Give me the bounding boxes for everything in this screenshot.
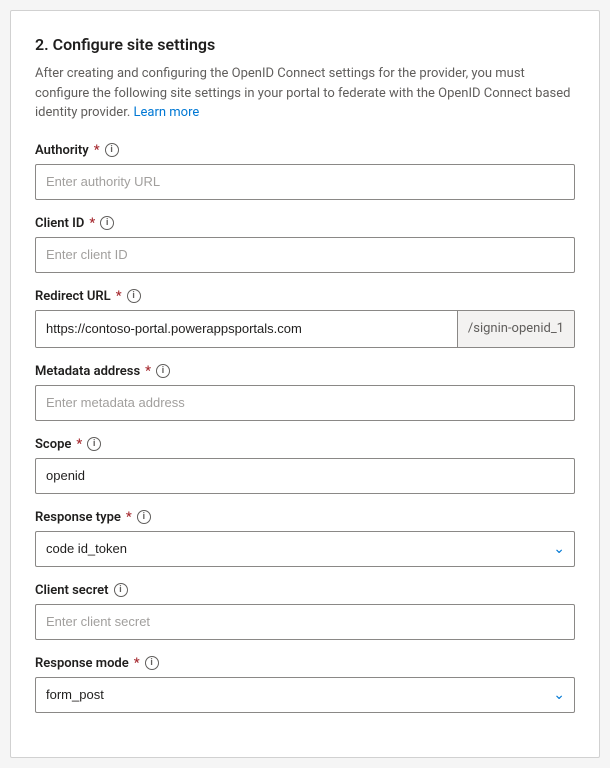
client-id-required: * (89, 216, 95, 231)
redirect-url-info-icon[interactable]: i (127, 289, 141, 303)
metadata-address-info-icon[interactable]: i (156, 364, 170, 378)
client-id-label: Client ID * i (35, 216, 575, 231)
client-id-info-icon[interactable]: i (100, 216, 114, 230)
response-type-select[interactable]: code id_token code id_token token (35, 531, 575, 567)
metadata-address-label-text: Metadata address (35, 364, 140, 379)
response-type-label: Response type * i (35, 510, 575, 525)
authority-info-icon[interactable]: i (105, 143, 119, 157)
response-type-label-text: Response type (35, 510, 121, 525)
response-type-required: * (126, 510, 132, 525)
response-mode-select[interactable]: form_post query fragment (35, 677, 575, 713)
response-type-field-group: Response type * i code id_token code id_… (35, 510, 575, 567)
learn-more-link[interactable]: Learn more (133, 105, 199, 120)
scope-field-group: Scope * i (35, 437, 575, 494)
response-mode-required: * (134, 656, 140, 671)
authority-label: Authority * i (35, 143, 575, 158)
metadata-address-label: Metadata address * i (35, 364, 575, 379)
client-secret-info-icon[interactable]: i (114, 583, 128, 597)
authority-required: * (94, 143, 100, 158)
authority-input[interactable] (35, 164, 575, 200)
scope-required: * (76, 437, 82, 452)
redirect-url-label-text: Redirect URL (35, 289, 111, 304)
section-description: After creating and configuring the OpenI… (35, 64, 575, 123)
scope-input[interactable] (35, 458, 575, 494)
redirect-url-label: Redirect URL * i (35, 289, 575, 304)
scope-info-icon[interactable]: i (87, 437, 101, 451)
redirect-url-field-group: Redirect URL * i /signin-openid_1 (35, 289, 575, 348)
redirect-url-suffix: /signin-openid_1 (457, 311, 574, 347)
redirect-url-input[interactable] (36, 311, 457, 347)
response-mode-label-text: Response mode (35, 656, 129, 671)
client-secret-input[interactable] (35, 604, 575, 640)
authority-field-group: Authority * i (35, 143, 575, 200)
configure-site-settings-card: 2. Configure site settings After creatin… (10, 10, 600, 758)
scope-label: Scope * i (35, 437, 575, 452)
client-id-label-text: Client ID (35, 216, 84, 231)
response-type-select-wrapper: code id_token code id_token token ⌄ (35, 531, 575, 567)
section-title: 2. Configure site settings (35, 35, 575, 54)
redirect-url-required: * (116, 289, 122, 304)
metadata-address-input[interactable] (35, 385, 575, 421)
redirect-url-wrapper: /signin-openid_1 (35, 310, 575, 348)
metadata-address-field-group: Metadata address * i (35, 364, 575, 421)
response-mode-label: Response mode * i (35, 656, 575, 671)
client-secret-label: Client secret i (35, 583, 575, 598)
description-text: After creating and configuring the OpenI… (35, 66, 570, 120)
scope-label-text: Scope (35, 437, 71, 452)
authority-label-text: Authority (35, 143, 89, 158)
response-mode-field-group: Response mode * i form_post query fragme… (35, 656, 575, 713)
response-mode-select-wrapper: form_post query fragment ⌄ (35, 677, 575, 713)
client-secret-field-group: Client secret i (35, 583, 575, 640)
client-secret-label-text: Client secret (35, 583, 109, 598)
client-id-field-group: Client ID * i (35, 216, 575, 273)
response-mode-info-icon[interactable]: i (145, 656, 159, 670)
client-id-input[interactable] (35, 237, 575, 273)
metadata-address-required: * (145, 364, 151, 379)
response-type-info-icon[interactable]: i (137, 510, 151, 524)
